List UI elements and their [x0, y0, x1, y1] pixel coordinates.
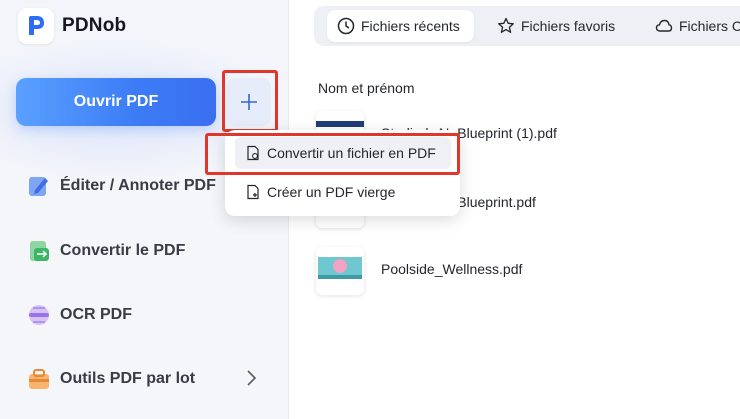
- file-name: Poolside_Wellness.pdf: [381, 261, 523, 277]
- sidebar-item-label: Éditer / Annoter PDF: [60, 177, 216, 194]
- menu-item-create-blank-pdf[interactable]: Créer un PDF vierge: [235, 176, 451, 208]
- sidebar-item-convert[interactable]: Convertir le PDF: [26, 237, 185, 265]
- tab-recent-files[interactable]: Fichiers récents: [327, 10, 474, 42]
- column-header-name: Nom et prénom: [318, 80, 415, 96]
- ocr-icon: [26, 302, 52, 328]
- clock-icon: [337, 17, 355, 35]
- batch-tools-icon: [26, 366, 52, 392]
- cloud-icon: [655, 17, 673, 35]
- open-pdf-button[interactable]: Ouvrir PDF: [16, 78, 216, 126]
- chevron-right-icon[interactable]: [245, 369, 257, 387]
- tab-favorite-files[interactable]: Fichiers favoris: [497, 10, 615, 42]
- tab-label: Fichiers C: [679, 18, 740, 34]
- app-name: PDNob: [62, 15, 127, 36]
- file-thumbnail: [316, 247, 364, 295]
- convert-icon: [26, 238, 52, 264]
- file-row[interactable]: Poolside_Wellness.pdf: [316, 247, 736, 295]
- tab-label: Fichiers favoris: [521, 18, 616, 34]
- star-icon: [497, 17, 515, 35]
- pdnob-logo-icon: [29, 16, 44, 35]
- sidebar-item-batch-tools[interactable]: Outils PDF par lot: [26, 365, 195, 393]
- add-button-highlight: [222, 70, 278, 132]
- menu-item-label: Créer un PDF vierge: [267, 184, 396, 200]
- sidebar-item-edit[interactable]: Éditer / Annoter PDF: [26, 172, 216, 200]
- sidebar-item-label: Convertir le PDF: [60, 242, 186, 259]
- file-add-icon: [245, 184, 261, 200]
- sidebar-item-ocr[interactable]: OCR PDF: [26, 301, 132, 329]
- tab-label: Fichiers récents: [361, 18, 460, 34]
- app-logo: [18, 8, 54, 44]
- menu-item-highlight: [205, 133, 460, 175]
- tab-cloud-files[interactable]: Fichiers C: [655, 10, 740, 42]
- edit-icon: [26, 173, 52, 199]
- sidebar-item-label: Outils PDF par lot: [60, 370, 196, 387]
- sidebar-item-label: OCR PDF: [60, 306, 132, 323]
